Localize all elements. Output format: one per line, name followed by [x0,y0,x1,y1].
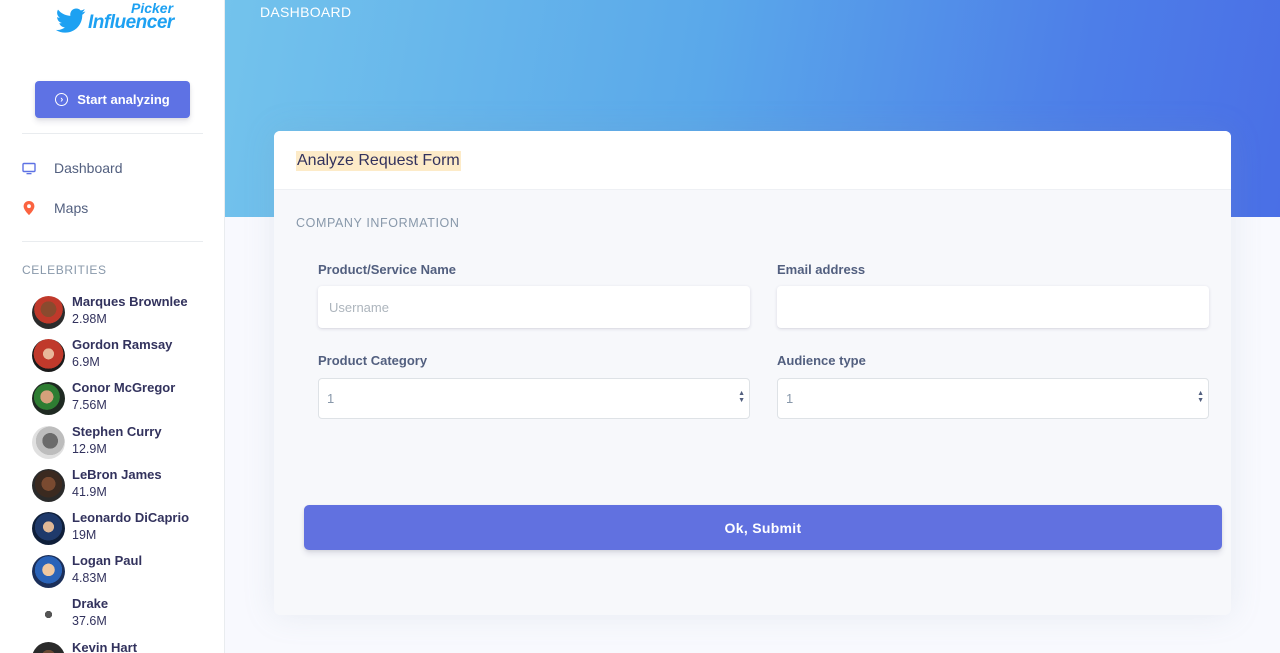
celebrities-heading: CELEBRITIES [22,263,107,277]
sidebar-item-maps[interactable]: Maps [22,196,203,220]
celebrity-name: Leonardo DiCaprio [72,510,190,525]
brand-logo[interactable]: Picker Influencer [55,0,176,40]
celebrity-item[interactable]: Marques Brownlee 2.98M [32,294,212,334]
celebrity-item[interactable]: Gordon Ramsay 6.9M [32,337,212,377]
logo-text-main: Influencer [88,12,174,33]
avatar [32,598,65,631]
celebrity-item[interactable]: Drake 37.6M [32,596,212,636]
avatar [32,512,65,545]
celebrity-followers: 41.9M [72,485,107,499]
twitter-bird-icon [55,8,86,39]
celebrity-item[interactable]: Conor McGregor 7.56M [32,380,212,420]
celebrity-name: Logan Paul [72,553,143,568]
arrow-circle-right-icon: › [55,93,69,106]
page-title: Analyze Request Form [296,151,461,171]
celebrity-name: Drake [72,596,109,611]
audience-type-select[interactable]: 1 ▲ ▼ [777,378,1209,419]
celebrity-item[interactable]: Logan Paul 4.83M [32,553,212,593]
sidebar-item-label: Maps [54,200,89,216]
product-category-label: Product Category [318,353,428,368]
audience-type-value: 1 [786,391,794,406]
celebrity-name: Gordon Ramsay [72,337,173,352]
card-header: Analyze Request Form [274,131,1231,190]
avatar [32,642,65,653]
product-name-label: Product/Service Name [318,262,457,277]
celebrity-followers: 7.56M [72,398,107,412]
avatar [32,426,65,459]
monitor-icon [22,161,36,175]
celebrity-item[interactable]: Kevin Hart [32,640,212,653]
select-arrows-icon: ▲ ▼ [738,390,745,404]
avatar [32,469,65,502]
map-pin-icon [22,201,36,215]
celebrity-followers: 4.83M [72,571,107,585]
sidebar: Picker Influencer › Start analyzing Dash… [0,0,225,653]
email-field[interactable] [777,286,1209,328]
celebrity-item[interactable]: Leonardo DiCaprio 19M [32,510,212,550]
product-category-select[interactable]: 1 ▲ ▼ [318,378,750,419]
celebrity-followers: 6.9M [72,355,100,369]
breadcrumb[interactable]: DASHBOARD [260,4,351,20]
start-analyzing-button[interactable]: › Start analyzing [35,81,190,118]
sidebar-item-label: Dashboard [54,160,123,176]
avatar [32,382,65,415]
celebrity-followers: 2.98M [72,312,107,326]
analyze-request-card: Analyze Request Form COMPANY INFORMATION… [274,131,1231,615]
avatar [32,296,65,329]
audience-type-label: Audience type [777,353,866,368]
celebrity-followers: 37.6M [72,614,107,628]
sidebar-item-dashboard[interactable]: Dashboard [22,156,203,180]
celebrity-item[interactable]: LeBron James 41.9M [32,467,212,507]
celebrity-name: Marques Brownlee [72,294,188,309]
celebrity-name: Conor McGregor [72,380,176,395]
sidebar-divider [22,241,203,242]
celebrity-item[interactable]: Stephen Curry 12.9M [32,424,212,464]
sidebar-divider [22,133,203,134]
product-category-value: 1 [327,391,335,406]
celebrity-name: LeBron James [72,467,162,482]
avatar [32,555,65,588]
celebrity-followers: 12.9M [72,442,107,456]
celebrity-followers: 19M [72,528,97,542]
start-analyzing-label: Start analyzing [77,92,170,107]
product-name-input[interactable] [318,286,750,328]
section-heading: COMPANY INFORMATION [296,216,460,230]
select-arrows-icon: ▲ ▼ [1197,390,1204,404]
avatar [32,339,65,372]
celebrity-name: Kevin Hart [72,640,138,653]
email-label: Email address [777,262,866,277]
celebrity-name: Stephen Curry [72,424,162,439]
submit-button[interactable]: Ok, Submit [304,505,1222,550]
